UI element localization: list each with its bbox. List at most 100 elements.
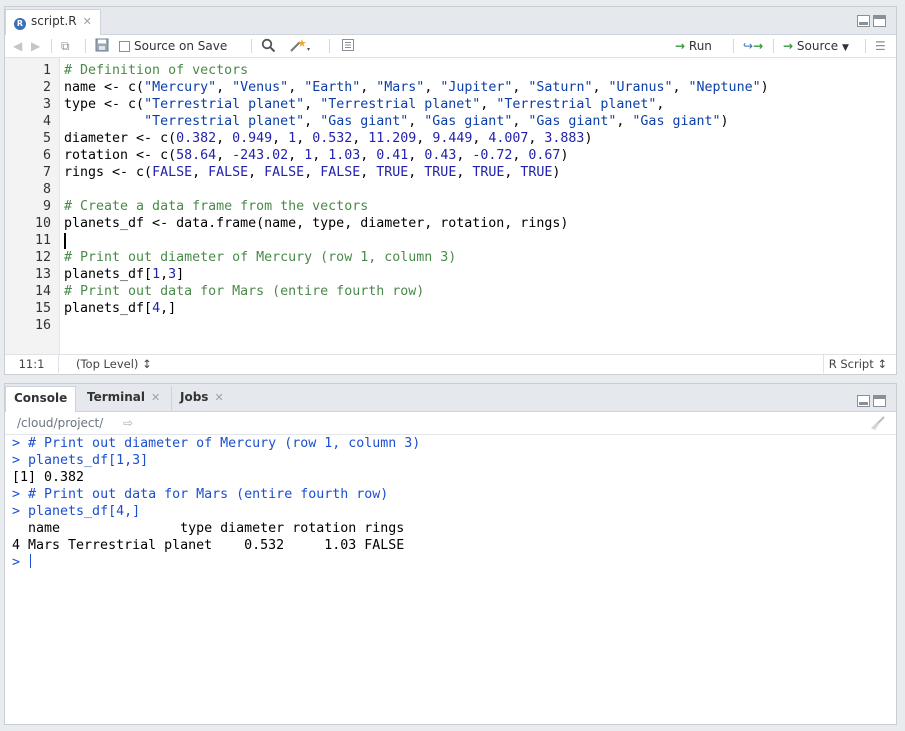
code-text: planets_df <- data.frame(name, type, dia… <box>64 216 569 231</box>
line-number: 5 <box>42 131 51 146</box>
go-to-directory-icon[interactable]: ⇨ <box>123 412 133 434</box>
run-arrow-icon: → <box>675 39 686 53</box>
file-type-selector[interactable]: R Script ↕ <box>822 355 892 373</box>
line-number: 6 <box>42 148 51 163</box>
tab-script-r[interactable]: Rscript.R ✕ <box>5 9 101 35</box>
console-command: planets_df[4,] <box>28 504 141 519</box>
close-icon[interactable]: ✕ <box>214 391 223 404</box>
working-directory-path: /cloud/project/ <box>17 416 104 430</box>
code-line[interactable]: 4 "Terrestrial planet", "Gas giant", "Ga… <box>5 113 896 130</box>
code-line[interactable]: 9 # Create a data frame from the vectors <box>5 198 896 215</box>
rerun-icon[interactable]: ↪→ <box>743 38 763 54</box>
code-line[interactable]: 6 rotation <- c(58.64, -243.02, 1, 1.03, … <box>5 147 896 164</box>
code-text: diameter <- c(0.382, 0.949, 1, 0.532, 11… <box>64 131 593 146</box>
scope-selector[interactable]: (Top Level) ↕ <box>71 355 157 373</box>
console-line: > <box>12 554 32 571</box>
line-number: 2 <box>42 80 51 95</box>
text-cursor <box>64 233 66 249</box>
code-editor[interactable]: 1 # Definition of vectors 2 name <- c("Merc… <box>5 58 896 356</box>
close-icon[interactable]: ✕ <box>83 15 92 28</box>
line-number: 1 <box>42 63 51 78</box>
minimize-pane-icon[interactable] <box>857 395 870 407</box>
console-line: > planets_df[1,3] <box>12 452 148 469</box>
cursor-position: 11:1 <box>5 355 59 373</box>
chevron-down-icon: ▼ <box>841 43 849 53</box>
code-text: "Terrestrial planet", "Gas giant", "Gas … <box>144 114 729 129</box>
editor-pane: Rscript.R ✕ ◀ ▶ ⧉ Source on Save → Run ↪→… <box>4 6 897 375</box>
forward-arrow-icon[interactable]: ▶ <box>31 38 40 54</box>
search-icon[interactable] <box>261 38 276 54</box>
code-text: # Print out diameter of Mercury (row 1, … <box>64 250 457 265</box>
working-directory-bar: /cloud/project/ ⇨ <box>5 412 896 435</box>
console-output[interactable]: > # Print out diameter of Mercury (row 1… <box>5 435 896 724</box>
line-number: 4 <box>42 114 51 129</box>
code-line[interactable]: 8 <box>5 181 896 198</box>
code-line[interactable]: 14 # Print out data for Mars (entire four… <box>5 283 896 300</box>
code-line[interactable]: 2 name <- c("Mercury", "Venus", "Earth", … <box>5 79 896 96</box>
save-icon[interactable] <box>95 38 109 54</box>
document-outline-icon[interactable] <box>341 38 355 54</box>
code-line[interactable]: 16 <box>5 317 896 334</box>
back-arrow-icon[interactable]: ◀ <box>13 38 22 54</box>
console-command: planets_df[1,3] <box>28 453 149 468</box>
code-line[interactable]: 15 planets_df[4,] <box>5 300 896 317</box>
menu-lines-icon[interactable]: ☰ <box>875 38 886 54</box>
tab-jobs[interactable]: Jobs ✕ <box>171 386 232 411</box>
console-line: [1] 0.382 <box>12 469 84 486</box>
run-label: Run <box>688 39 712 53</box>
console-result: [1] 0.382 <box>12 470 85 485</box>
console-prompt: > <box>12 487 29 502</box>
close-icon[interactable]: ✕ <box>151 391 160 404</box>
code-line[interactable]: 11 <box>5 232 896 249</box>
console-cursor <box>30 554 32 568</box>
editor-statusbar: 11:1 (Top Level) ↕ R Script ↕ <box>5 354 896 374</box>
console-prompt: > <box>12 453 29 468</box>
maximize-pane-icon[interactable] <box>873 15 886 27</box>
tab-console-label: Console <box>14 391 68 405</box>
source-on-save-toggle[interactable]: Source on Save <box>119 38 227 54</box>
code-text: rings <- c(FALSE, FALSE, FALSE, FALSE, T… <box>64 165 561 180</box>
console-prompt: > <box>12 504 29 519</box>
r-file-icon: R <box>14 18 26 30</box>
code-line[interactable]: 13 planets_df[1,3] <box>5 266 896 283</box>
tab-terminal[interactable]: Terminal ✕ <box>79 386 168 411</box>
tab-console[interactable]: Console <box>5 386 77 412</box>
code-line[interactable]: 7 rings <- c(FALSE, FALSE, FALSE, FALSE, … <box>5 164 896 181</box>
line-number: 9 <box>42 199 51 214</box>
line-number: 7 <box>42 165 51 180</box>
code-text: name <- c("Mercury", "Venus", "Earth", "… <box>64 80 769 95</box>
code-line[interactable]: 3 type <- c("Terrestrial planet", "Terres… <box>5 96 896 113</box>
console-line: > planets_df[4,] <box>12 503 140 520</box>
console-command: # Print out data for Mars (entire fourth… <box>28 487 389 502</box>
source-on-save-checkbox[interactable] <box>119 41 130 52</box>
code-text: type <- c("Terrestrial planet", "Terrest… <box>64 97 665 112</box>
console-tabbar: Console Terminal ✕ Jobs ✕ <box>5 384 896 412</box>
show-in-window-icon[interactable]: ⧉ <box>61 38 70 54</box>
tab-script-r-label: script.R <box>31 14 77 28</box>
editor-tabbar: Rscript.R ✕ <box>5 7 896 35</box>
source-button[interactable]: → Source ▼ <box>783 38 849 54</box>
editor-toolbar: ◀ ▶ ⧉ Source on Save → Run ↪→ → Source ▼… <box>5 35 896 58</box>
magic-wand-icon[interactable] <box>289 38 311 54</box>
source-label: Source <box>796 39 839 53</box>
source-arrow-icon: → <box>783 39 794 53</box>
code-line[interactable]: 5 diameter <- c(0.382, 0.949, 1, 0.532, 1… <box>5 130 896 147</box>
console-pane: Console Terminal ✕ Jobs ✕ /cloud/project/ … <box>4 383 897 725</box>
line-number: 15 <box>34 301 51 316</box>
code-line[interactable]: 1 # Definition of vectors <box>5 62 896 79</box>
minimize-pane-icon[interactable] <box>857 15 870 27</box>
maximize-pane-icon[interactable] <box>873 395 886 407</box>
line-number: 16 <box>34 318 51 333</box>
code-text: planets_df[1,3] <box>64 267 185 282</box>
console-line: > # Print out data for Mars (entire four… <box>12 486 388 503</box>
clear-console-broom-icon[interactable] <box>870 415 886 431</box>
code-line[interactable]: 10 planets_df <- data.frame(name, type, d… <box>5 215 896 232</box>
console-line: 4 Mars Terrestrial planet 0.532 1.03 FAL… <box>12 537 404 554</box>
console-command: # Print out diameter of Mercury (row 1, … <box>28 436 421 451</box>
console-line: > # Print out diameter of Mercury (row 1… <box>12 435 420 452</box>
source-on-save-label: Source on Save <box>134 39 228 53</box>
code-line[interactable]: 12 # Print out diameter of Mercury (row 1… <box>5 249 896 266</box>
console-result: 4 Mars Terrestrial planet 0.532 1.03 FAL… <box>12 538 405 553</box>
code-text: rotation <- c(58.64, -243.02, 1, 1.03, 0… <box>64 148 569 163</box>
run-button[interactable]: → Run <box>675 38 712 54</box>
